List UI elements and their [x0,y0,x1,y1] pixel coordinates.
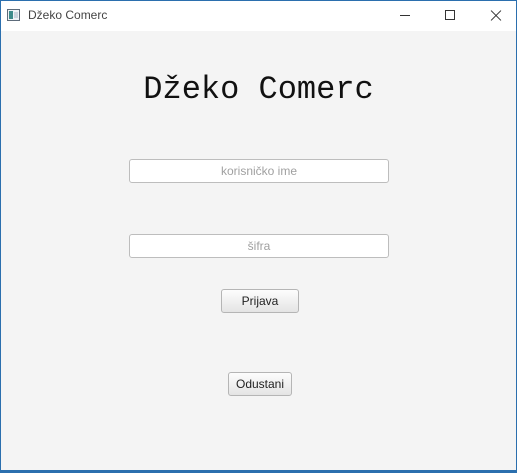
login-heading: Džeko Comerc [143,71,374,108]
window-title: Džeko Comerc [28,8,108,22]
cancel-button[interactable]: Odustani [228,372,292,396]
title-bar[interactable]: Džeko Comerc [1,1,516,31]
close-button[interactable] [473,1,516,31]
app-window: Džeko Comerc Džeko Comerc Prijava Odusta… [0,0,517,473]
java-app-icon [7,9,20,21]
window-bottom-border [1,470,516,472]
minimize-button[interactable] [382,1,428,31]
username-input[interactable] [129,159,389,183]
password-input[interactable] [129,234,389,258]
maximize-button[interactable] [428,1,474,31]
login-button[interactable]: Prijava [221,289,299,313]
